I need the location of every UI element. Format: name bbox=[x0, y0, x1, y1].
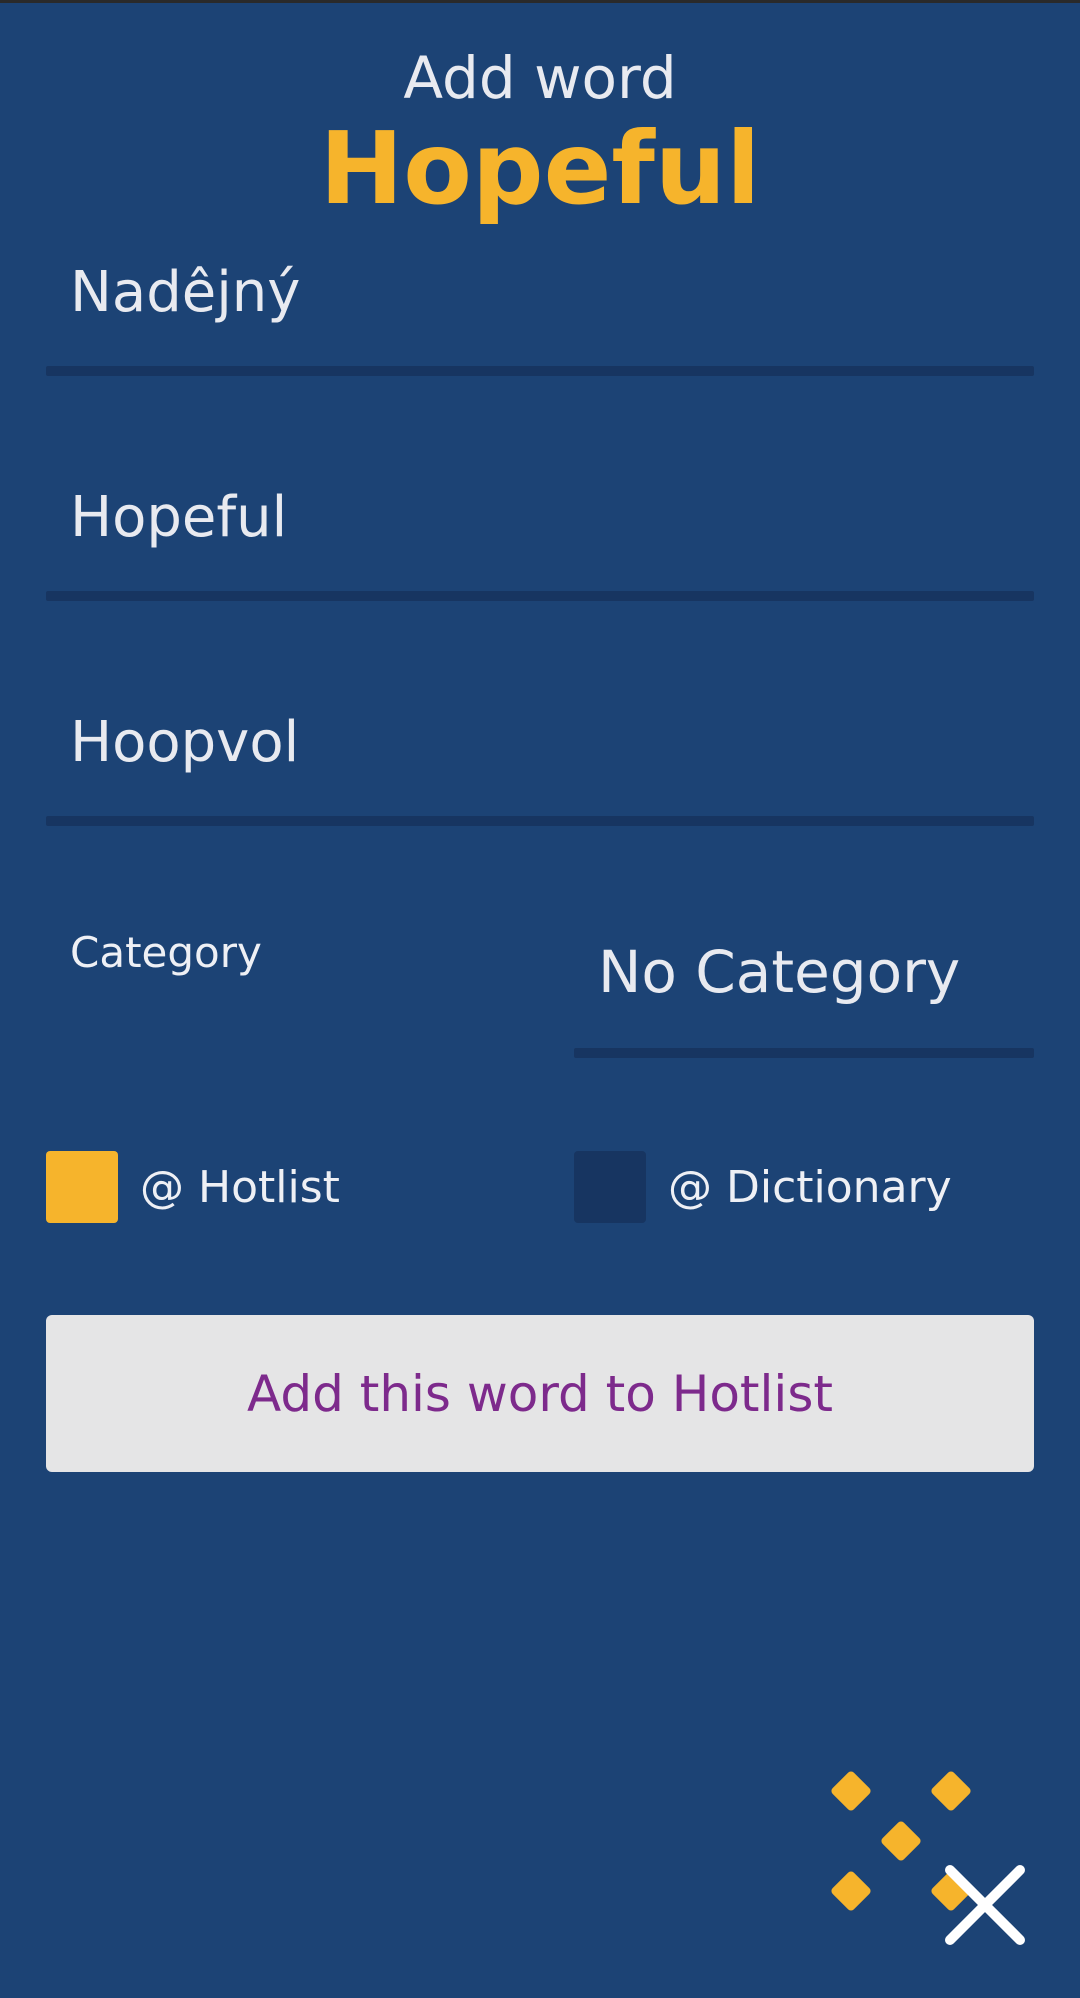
dictionary-checkbox[interactable] bbox=[574, 1151, 646, 1223]
translation-input-czech[interactable]: Nadêjný bbox=[70, 260, 300, 325]
translation-field-czech[interactable]: Nadêjný bbox=[46, 240, 1034, 380]
word-heading: Hopeful bbox=[319, 110, 761, 227]
translation-input-english[interactable]: Hopeful bbox=[70, 485, 287, 550]
status-strip bbox=[0, 0, 1080, 3]
hotlist-option[interactable]: @ Hotlist bbox=[46, 1151, 340, 1223]
dictionary-label: @ Dictionary bbox=[668, 1161, 952, 1213]
field-underline bbox=[46, 816, 1034, 826]
field-underline bbox=[46, 366, 1034, 376]
field-underline bbox=[574, 1048, 1034, 1058]
category-dropdown[interactable]: No Category bbox=[574, 920, 1034, 1060]
category-value[interactable]: No Category bbox=[598, 938, 960, 1006]
translation-input-dutch[interactable]: Hoopvol bbox=[70, 710, 299, 775]
close-icon[interactable] bbox=[940, 1860, 1030, 1950]
translation-field-english[interactable]: Hopeful bbox=[46, 465, 1034, 605]
hotlist-checkbox[interactable] bbox=[46, 1151, 118, 1223]
translation-field-dutch[interactable]: Hoopvol bbox=[46, 690, 1034, 830]
add-to-hotlist-button[interactable]: Add this word to Hotlist bbox=[46, 1315, 1034, 1472]
header: Add word Hopeful bbox=[0, 42, 1080, 224]
hotlist-label: @ Hotlist bbox=[140, 1161, 340, 1213]
dictionary-option[interactable]: @ Dictionary bbox=[574, 1151, 952, 1223]
category-label: Category bbox=[70, 928, 262, 977]
page-title: Add word bbox=[403, 44, 677, 112]
field-underline bbox=[46, 591, 1034, 601]
